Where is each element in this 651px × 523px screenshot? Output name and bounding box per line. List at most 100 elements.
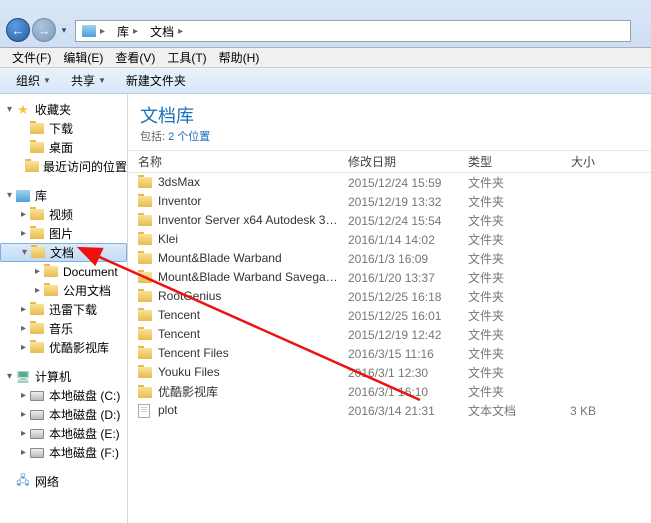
library-icon xyxy=(82,25,96,37)
table-row[interactable]: plot2016/3/14 21:31文本文档3 KB xyxy=(128,401,651,420)
tb-share[interactable]: 共享▼ xyxy=(63,70,114,91)
folder-icon xyxy=(138,348,152,359)
cell-type: 文件夹 xyxy=(458,212,538,229)
sidebar-lib-xunlei[interactable]: ▸迅雷下载 xyxy=(0,300,127,319)
cell-date: 2015/12/25 16:01 xyxy=(338,309,458,323)
table-row[interactable]: Inventor2015/12/19 13:32文件夹 xyxy=(128,192,651,211)
cell-date: 2015/12/25 16:18 xyxy=(338,290,458,304)
cell-date: 2015/12/19 13:32 xyxy=(338,195,458,209)
menu-edit[interactable]: 编辑(E) xyxy=(57,47,109,68)
table-row[interactable]: Klei2016/1/14 14:02文件夹 xyxy=(128,230,651,249)
sidebar-drive-c[interactable]: ▸本地磁盘 (C:) xyxy=(0,386,127,405)
menu-file[interactable]: 文件(F) xyxy=(6,47,57,68)
cell-date: 2016/3/1 12:30 xyxy=(338,366,458,380)
tb-organize[interactable]: 组织▼ xyxy=(8,70,59,91)
sidebar-lib-pictures[interactable]: ▸图片 xyxy=(0,224,127,243)
sidebar-fav-recent[interactable]: ·最近访问的位置 xyxy=(0,157,127,176)
colhdr-size[interactable]: 大小 xyxy=(538,153,608,170)
table-row[interactable]: Mount&Blade Warband Savegames2016/1/20 1… xyxy=(128,268,651,287)
menu-view[interactable]: 查看(V) xyxy=(109,47,161,68)
table-row[interactable]: Tencent2015/12/19 12:42文件夹 xyxy=(128,325,651,344)
library-header: 文档库 包括: 2 个位置 xyxy=(128,94,651,151)
folder-icon xyxy=(138,215,152,226)
list-header: 名称 修改日期 类型 大小 xyxy=(128,151,651,173)
cell-name: Inventor Server x64 Autodesk 3ds M... xyxy=(128,213,338,228)
sidebar-drive-f[interactable]: ▸本地磁盘 (F:) xyxy=(0,443,127,462)
sidebar-lib-youku[interactable]: ▸优酷影视库 xyxy=(0,338,127,357)
sidebar-lib-documents[interactable]: ▾文档 xyxy=(0,243,127,262)
sidebar-lib-videos[interactable]: ▸视频 xyxy=(0,205,127,224)
cell-type: 文件夹 xyxy=(458,174,538,191)
cell-date: 2016/1/14 14:02 xyxy=(338,233,458,247)
breadcrumb-seg-documents[interactable]: 文档▸ xyxy=(144,23,189,40)
folder-icon xyxy=(138,310,152,321)
titlebar: ← → ▾ ▸ 库▸ 文档▸ xyxy=(0,0,651,48)
sidebar-fav-desktop[interactable]: ·桌面 xyxy=(0,138,127,157)
cell-name: Mount&Blade Warband xyxy=(128,251,338,266)
nav-history-dropdown[interactable]: ▾ xyxy=(58,20,70,40)
folder-icon xyxy=(30,142,44,153)
table-row[interactable]: Youku Files2016/3/1 12:30文件夹 xyxy=(128,363,651,382)
cell-date: 2016/3/15 11:16 xyxy=(338,347,458,361)
folder-icon xyxy=(30,123,44,134)
document-icon xyxy=(138,404,150,418)
cell-date: 2015/12/24 15:54 xyxy=(338,214,458,228)
cell-name: Mount&Blade Warband Savegames xyxy=(128,270,338,285)
cell-date: 2016/3/1 16:10 xyxy=(338,385,458,399)
locations-link[interactable]: 2 个位置 xyxy=(168,131,210,143)
cell-type: 文本文档 xyxy=(458,402,538,419)
folder-icon xyxy=(30,342,44,353)
table-row[interactable]: 3dsMax2015/12/24 15:59文件夹 xyxy=(128,173,651,192)
folder-icon xyxy=(25,161,39,172)
sidebar-fav-downloads[interactable]: ·下载 xyxy=(0,119,127,138)
content-pane: 文档库 包括: 2 个位置 名称 修改日期 类型 大小 3dsMax2015/1… xyxy=(128,94,651,523)
cell-date: 2016/1/20 13:37 xyxy=(338,271,458,285)
cell-type: 文件夹 xyxy=(458,383,538,400)
colhdr-type[interactable]: 类型 xyxy=(458,153,538,170)
cell-type: 文件夹 xyxy=(458,326,538,343)
table-row[interactable]: Tencent Files2016/3/15 11:16文件夹 xyxy=(128,344,651,363)
table-row[interactable]: RootGenius2015/12/25 16:18文件夹 xyxy=(128,287,651,306)
cell-size: 3 KB xyxy=(538,404,608,418)
sidebar-network[interactable]: ·🖧网络 xyxy=(0,472,127,491)
tb-newfolder[interactable]: 新建文件夹 xyxy=(118,70,194,91)
table-row[interactable]: 优酷影视库2016/3/1 16:10文件夹 xyxy=(128,382,651,401)
sidebar-lib-music[interactable]: ▸音乐 xyxy=(0,319,127,338)
cell-date: 2015/12/24 15:59 xyxy=(338,176,458,190)
table-row[interactable]: Inventor Server x64 Autodesk 3ds M...201… xyxy=(128,211,651,230)
table-row[interactable]: Mount&Blade Warband2016/1/3 16:09文件夹 xyxy=(128,249,651,268)
breadcrumb[interactable]: ▸ 库▸ 文档▸ xyxy=(75,20,631,42)
forward-button[interactable]: → xyxy=(32,18,56,42)
sidebar-computer[interactable]: ▾🖥计算机 xyxy=(0,367,127,386)
sidebar-drive-d[interactable]: ▸本地磁盘 (D:) xyxy=(0,405,127,424)
sidebar-lib-docs-my[interactable]: ▸Document xyxy=(0,262,127,281)
folder-icon xyxy=(30,209,44,220)
disk-icon xyxy=(30,391,44,401)
cell-date: 2016/3/14 21:31 xyxy=(338,404,458,418)
breadcrumb-seg-libraries[interactable]: 库▸ xyxy=(111,23,144,40)
cell-type: 文件夹 xyxy=(458,269,538,286)
library-title: 文档库 xyxy=(140,102,639,128)
cell-type: 文件夹 xyxy=(458,250,538,267)
colhdr-name[interactable]: 名称 xyxy=(128,153,338,170)
folder-icon xyxy=(138,196,152,207)
menu-tools[interactable]: 工具(T) xyxy=(161,47,212,68)
sidebar-lib-docs-public[interactable]: ▸公用文档 xyxy=(0,281,127,300)
star-icon: ★ xyxy=(17,102,29,118)
folder-icon xyxy=(138,272,152,283)
library-subtitle: 包括: 2 个位置 xyxy=(140,128,639,144)
breadcrumb-root[interactable]: ▸ xyxy=(76,25,111,37)
disk-icon xyxy=(30,429,44,439)
toolbar: 组织▼ 共享▼ 新建文件夹 xyxy=(0,68,651,94)
network-icon: 🖧 xyxy=(16,471,29,492)
menu-help[interactable]: 帮助(H) xyxy=(213,47,266,68)
sidebar-library[interactable]: ▾库 xyxy=(0,186,127,205)
colhdr-date[interactable]: 修改日期 xyxy=(338,153,458,170)
cell-type: 文件夹 xyxy=(458,307,538,324)
back-button[interactable]: ← xyxy=(6,18,30,42)
sidebar-favorites[interactable]: ▾★收藏夹 xyxy=(0,100,127,119)
nav-buttons: ← → ▾ xyxy=(6,18,70,42)
table-row[interactable]: Tencent2015/12/25 16:01文件夹 xyxy=(128,306,651,325)
sidebar-drive-e[interactable]: ▸本地磁盘 (E:) xyxy=(0,424,127,443)
cell-name: Klei xyxy=(128,232,338,247)
